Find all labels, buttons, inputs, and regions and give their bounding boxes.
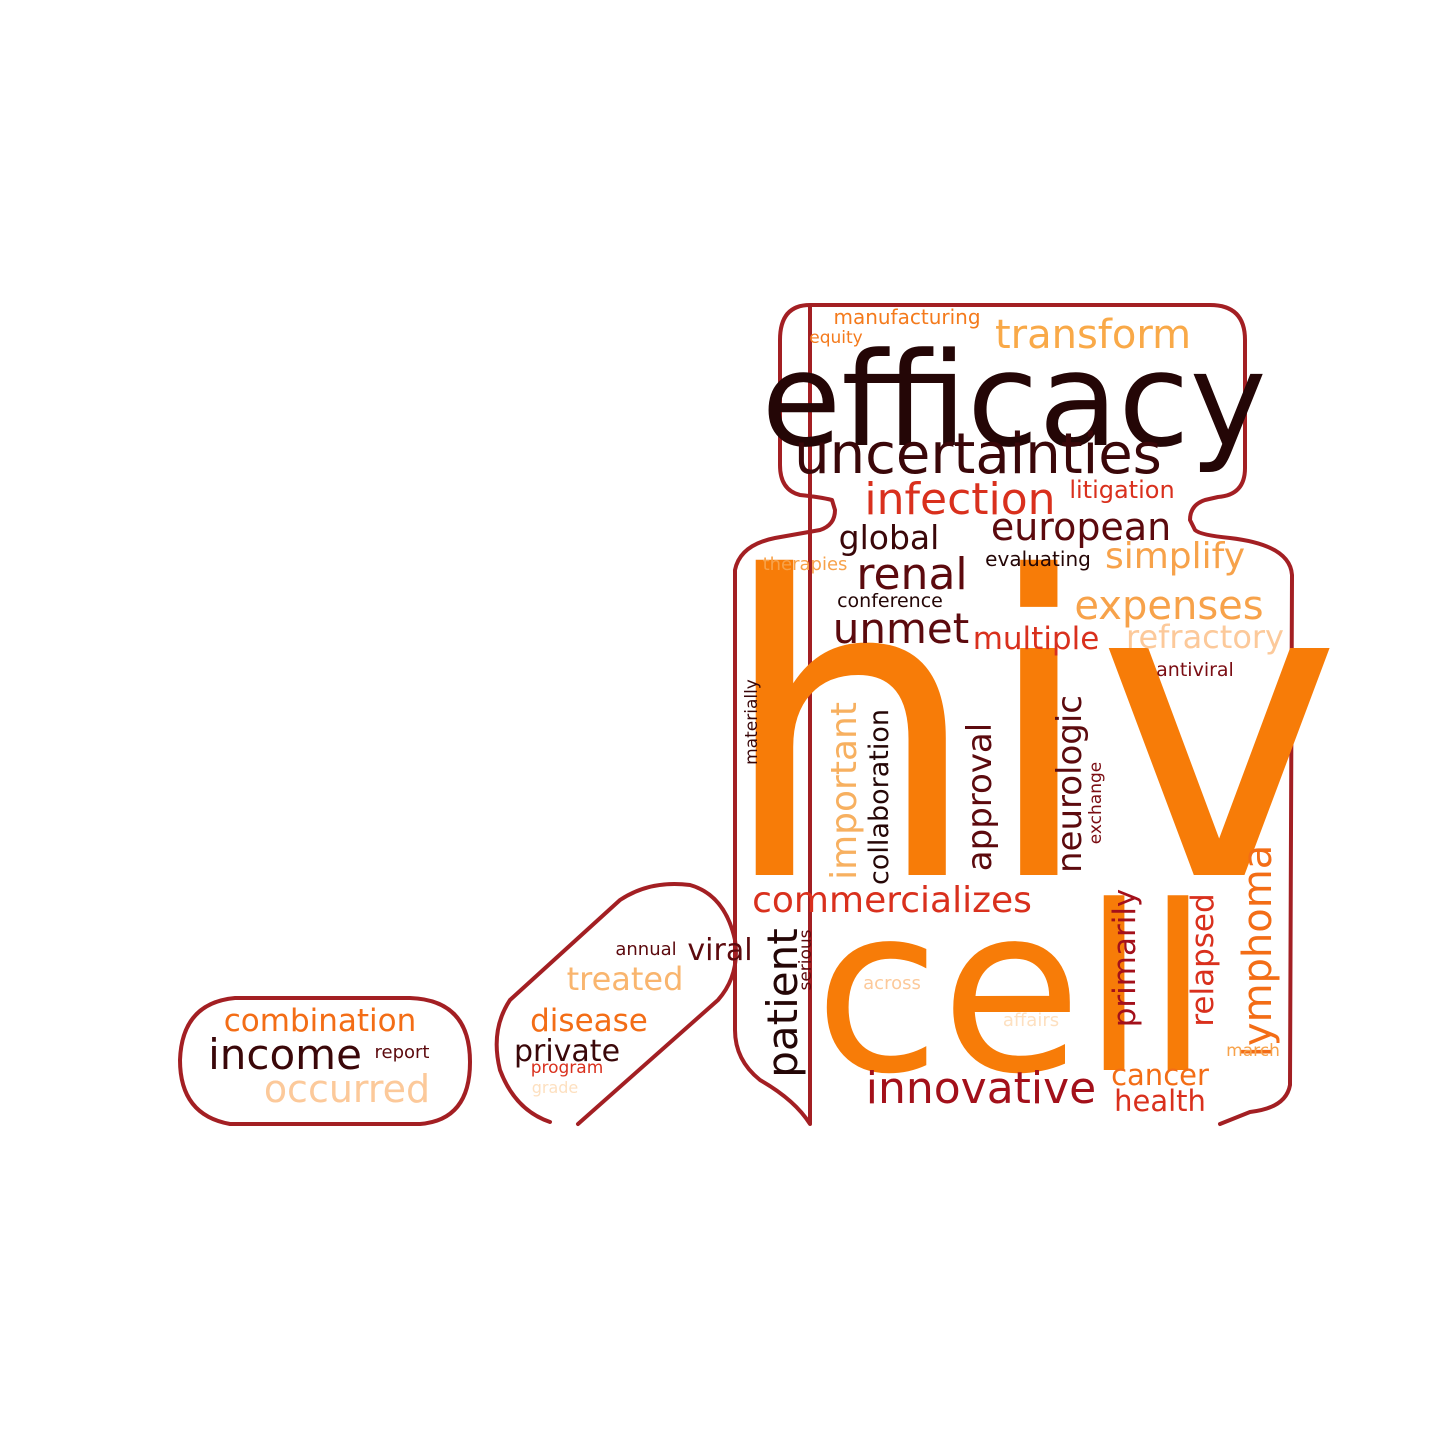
word-march: march	[1226, 1041, 1280, 1061]
word-viral: viral	[687, 933, 752, 968]
word-innovative: innovative	[866, 1063, 1097, 1114]
word-health: health	[1114, 1084, 1206, 1118]
word-occurred: occurred	[264, 1067, 430, 1111]
word-multiple: multiple	[973, 621, 1100, 657]
word-collaboration: collaboration	[864, 709, 895, 885]
word-primarily: primarily	[1107, 889, 1143, 1028]
word-litigation: litigation	[1069, 476, 1174, 504]
word-transform: transform	[995, 312, 1191, 358]
word-unmet: unmet	[833, 604, 969, 653]
word-cloud: hiv cell efficacy uncertainties transfor…	[178, 303, 1342, 1126]
word-relapsed: relapsed	[1185, 893, 1221, 1026]
word-therapies: therapies	[763, 554, 848, 575]
word-exchange: exchange	[1086, 762, 1106, 845]
word-report: report	[375, 1042, 430, 1063]
word-commercializes: commercializes	[752, 880, 1032, 921]
word-treated: treated	[567, 960, 684, 998]
word-evaluating: evaluating	[985, 547, 1091, 571]
word-program: program	[531, 1058, 604, 1078]
word-lymphoma: lymphoma	[1235, 845, 1281, 1057]
word-equity: equity	[809, 328, 862, 348]
word-grade: grade	[532, 1078, 579, 1097]
word-neurologic: neurologic	[1050, 695, 1090, 873]
word-antiviral: antiviral	[1156, 659, 1234, 681]
word-simplify: simplify	[1105, 536, 1245, 577]
word-annual: annual	[615, 939, 676, 960]
word-manufacturing: manufacturing	[833, 305, 980, 329]
word-affairs: affairs	[1003, 1010, 1059, 1031]
word-refractory: refractory	[1126, 618, 1284, 656]
word-important: important	[824, 702, 865, 880]
word-across: across	[863, 973, 921, 994]
word-serious: serious	[796, 929, 816, 990]
word-materially: materially	[742, 679, 762, 765]
word-approval: approval	[960, 723, 1000, 871]
